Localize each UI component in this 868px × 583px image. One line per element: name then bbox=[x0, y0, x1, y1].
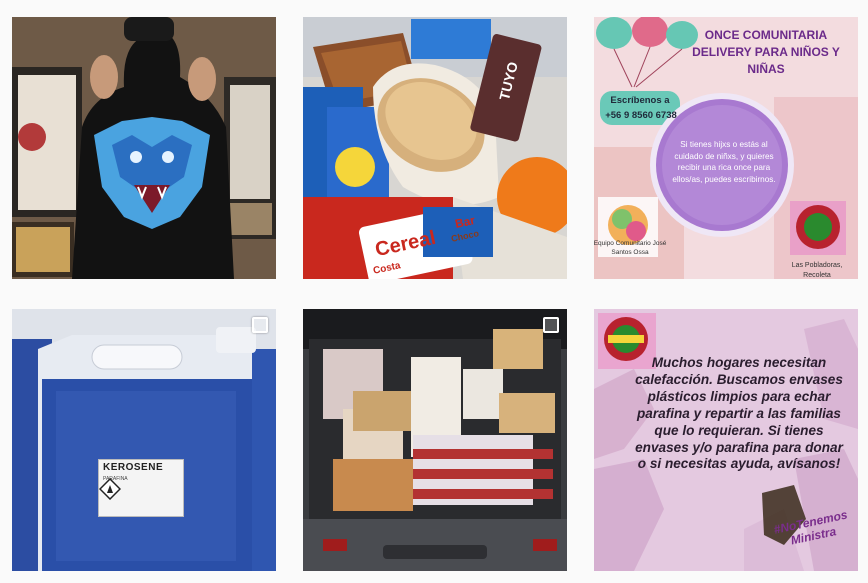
post-tile-parafina[interactable]: Muchos hogares necesitan calefacción. Bu… bbox=[594, 309, 858, 571]
circle-message: Si tienes hijxs o estás al cuidado de ni… bbox=[672, 140, 776, 184]
car-trunk-photo bbox=[303, 309, 567, 571]
post-tile-snack[interactable]: Cereal Bar Costa Choco TUYO bbox=[303, 17, 567, 279]
kerosene-photo bbox=[12, 309, 276, 571]
contact-label: Escríbenos a bbox=[610, 95, 670, 106]
left-logo-caption: Equipo Comunitario José Santos Ossa bbox=[594, 240, 667, 256]
parafina-message: Muchos hogares necesitan calefacción. Bu… bbox=[635, 355, 843, 472]
kerosene-label-title: KEROSENE bbox=[103, 462, 164, 473]
kerosene-label: KEROSENE PARAFINA bbox=[98, 459, 184, 517]
contact-phone: +56 9 8560 6738 bbox=[605, 110, 677, 121]
poster-title: ONCE COMUNITARIA DELIVERY PARA NIÑOS Y N… bbox=[692, 28, 840, 76]
post-tile-hoodie[interactable] bbox=[12, 17, 276, 279]
post-tile-kerosene[interactable]: KEROSENE PARAFINA bbox=[12, 309, 276, 571]
right-logo-caption: Las Pobladoras, Recoleta bbox=[791, 262, 843, 279]
post-tile-car-trunk[interactable] bbox=[303, 309, 567, 571]
post-tile-once-comunitaria[interactable]: ONCE COMUNITARIA DELIVERY PARA NIÑOS Y N… bbox=[594, 17, 858, 279]
multiple-photos-icon bbox=[543, 317, 559, 333]
post-grid: Cereal Bar Costa Choco TUYO ONCE COMUNIT… bbox=[0, 0, 868, 583]
multiple-photos-icon bbox=[252, 317, 268, 333]
hazard-icon bbox=[99, 478, 121, 500]
hoodie-photo bbox=[12, 17, 276, 279]
